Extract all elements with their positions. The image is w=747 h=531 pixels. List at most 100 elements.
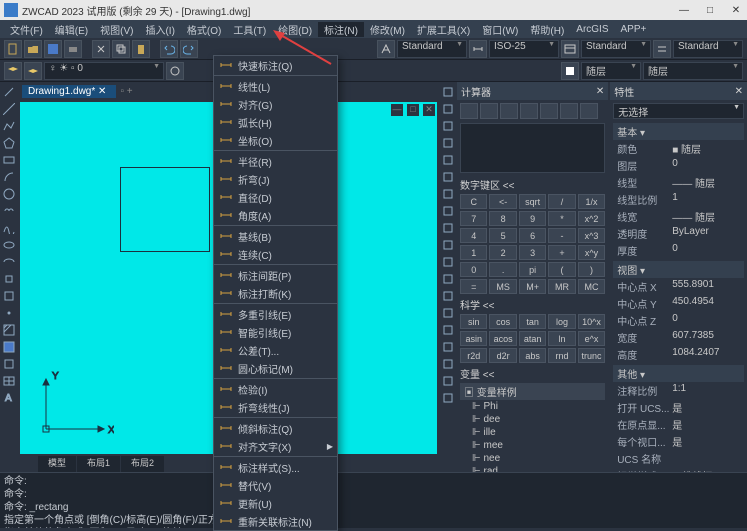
calc-key[interactable]: 4 <box>460 228 487 243</box>
ml-style-icon[interactable] <box>653 40 671 58</box>
ellipse-arc-tool[interactable] <box>1 254 17 270</box>
spline-tool[interactable] <box>1 220 17 236</box>
property-row[interactable]: 中心点 Y450.4954 <box>613 295 744 312</box>
minimize-button[interactable]: — <box>677 5 691 16</box>
calc-key[interactable]: 9 <box>519 211 546 226</box>
measure-tool[interactable] <box>440 356 456 372</box>
variable-row[interactable]: ⊩ ille <box>460 426 605 439</box>
calc-key[interactable]: + <box>548 245 575 260</box>
property-row[interactable]: 每个视口...是 <box>613 433 744 450</box>
layer-button[interactable] <box>4 62 22 80</box>
line-tool[interactable] <box>1 84 17 100</box>
menu-dropdown-item[interactable]: 基线(B) <box>214 227 337 245</box>
xline-tool[interactable] <box>1 101 17 117</box>
calc-key[interactable]: x^y <box>578 245 605 260</box>
insert-tool[interactable] <box>1 271 17 287</box>
calc-key[interactable]: 3 <box>519 245 546 260</box>
menu-item[interactable]: 扩展工具(X) <box>411 22 476 37</box>
linetype-combo[interactable]: 随层 <box>643 62 743 80</box>
calc-section-variables[interactable]: 变量 << <box>460 366 605 381</box>
section-basic[interactable]: 基本 ▾ <box>613 123 744 140</box>
copy-tool[interactable] <box>440 101 456 117</box>
layout-tab[interactable]: 布局1 <box>77 456 120 472</box>
menu-dropdown-item[interactable]: 折弯线性(J) <box>214 398 337 416</box>
menu-dropdown-item[interactable]: 标注样式(S)... <box>214 458 337 476</box>
calc-key[interactable]: MC <box>578 279 605 294</box>
calc-toolbar-button[interactable] <box>480 103 498 119</box>
color-combo[interactable]: 随层 <box>581 62 641 80</box>
close-button[interactable]: ✕ <box>729 5 743 16</box>
property-row[interactable]: 宽度607.7385 <box>613 329 744 346</box>
menu-dropdown-item[interactable]: 快速标注(Q) <box>214 56 337 74</box>
calc-key[interactable]: 2 <box>489 245 516 260</box>
array-tool[interactable] <box>440 152 456 168</box>
rotate-tool[interactable] <box>440 169 456 185</box>
cut-button[interactable] <box>92 40 110 58</box>
extend-tool[interactable] <box>440 237 456 253</box>
menu-dropdown-item[interactable]: 重新关联标注(N) <box>214 512 337 530</box>
layout-tab[interactable]: 布局2 <box>121 456 164 472</box>
calc-key[interactable]: 1/x <box>578 194 605 209</box>
variable-row[interactable]: ⊩ nee <box>460 452 605 465</box>
dim-style-icon[interactable] <box>469 40 487 58</box>
menu-item[interactable]: 文件(F) <box>4 22 49 37</box>
explode-tool[interactable] <box>440 322 456 338</box>
calc-key[interactable]: / <box>548 194 575 209</box>
print-button[interactable] <box>64 40 82 58</box>
selection-combo[interactable]: 无选择 <box>613 103 744 119</box>
document-tab[interactable]: Drawing1.dwg* ✕ <box>22 85 116 98</box>
menu-dropdown-item[interactable]: 折弯(J) <box>214 170 337 188</box>
add-tab-button[interactable]: ▫ + <box>120 86 132 97</box>
maximize-button[interactable]: □ <box>703 5 717 16</box>
property-row[interactable]: 透明度ByLayer <box>613 225 744 242</box>
properties-close-button[interactable]: ✕ <box>735 86 743 97</box>
region-tool[interactable] <box>1 356 17 372</box>
doc-minimize-button[interactable]: — <box>391 104 403 116</box>
menu-item[interactable]: 插入(I) <box>139 22 180 37</box>
property-row[interactable]: 线型比例1 <box>613 191 744 208</box>
calculator-display[interactable] <box>460 123 605 173</box>
menu-dropdown-item[interactable]: 对齐(G) <box>214 95 337 113</box>
calc-key[interactable]: rnd <box>548 348 575 363</box>
table-style-icon[interactable] <box>561 40 579 58</box>
variable-row[interactable]: ⊩ Phi <box>460 400 605 413</box>
menu-dropdown-item[interactable]: 多重引线(E) <box>214 305 337 323</box>
calc-key[interactable]: 10^x <box>578 314 605 329</box>
props-tool[interactable] <box>440 390 456 406</box>
menu-dropdown-item[interactable]: 连续(C) <box>214 245 337 263</box>
calc-toolbar-button[interactable] <box>540 103 558 119</box>
scale-tool[interactable] <box>440 186 456 202</box>
join-tool[interactable] <box>440 271 456 287</box>
ml-style-combo[interactable]: Standard <box>673 40 743 58</box>
calc-key[interactable]: MS <box>489 279 516 294</box>
calc-key[interactable]: pi <box>519 262 546 277</box>
calc-key[interactable]: 5 <box>489 228 516 243</box>
menu-dropdown-item[interactable]: 坐标(O) <box>214 131 337 149</box>
mtext-tool[interactable]: A <box>1 390 17 406</box>
property-row[interactable]: 线型—— 随层 <box>613 174 744 191</box>
copy-button[interactable] <box>112 40 130 58</box>
calc-toolbar-button[interactable] <box>460 103 478 119</box>
calc-key[interactable]: 6 <box>519 228 546 243</box>
style-icon[interactable] <box>377 40 395 58</box>
save-button[interactable] <box>44 40 62 58</box>
calc-key[interactable]: atan <box>519 331 546 346</box>
menu-item[interactable]: ArcGIS <box>570 24 614 35</box>
calc-key[interactable]: x^2 <box>578 211 605 226</box>
layout-tab[interactable]: 模型 <box>38 456 76 472</box>
property-row[interactable]: 高度1084.2407 <box>613 346 744 363</box>
undo-button[interactable] <box>160 40 178 58</box>
menu-dropdown-item[interactable]: 标注间距(P) <box>214 266 337 284</box>
calc-key[interactable]: 7 <box>460 211 487 226</box>
stretch-tool[interactable] <box>440 203 456 219</box>
calc-key[interactable]: M+ <box>519 279 546 294</box>
offset-tool[interactable] <box>440 135 456 151</box>
menu-item[interactable]: 工具(T) <box>227 22 272 37</box>
calc-toolbar-button[interactable] <box>500 103 518 119</box>
calculator-close-button[interactable]: ✕ <box>596 86 604 97</box>
property-row[interactable]: 中心点 X555.8901 <box>613 278 744 295</box>
pline-tool[interactable] <box>1 118 17 134</box>
menu-item[interactable]: 帮助(H) <box>524 22 570 37</box>
calc-key[interactable]: - <box>548 228 575 243</box>
revcloud-tool[interactable] <box>1 203 17 219</box>
